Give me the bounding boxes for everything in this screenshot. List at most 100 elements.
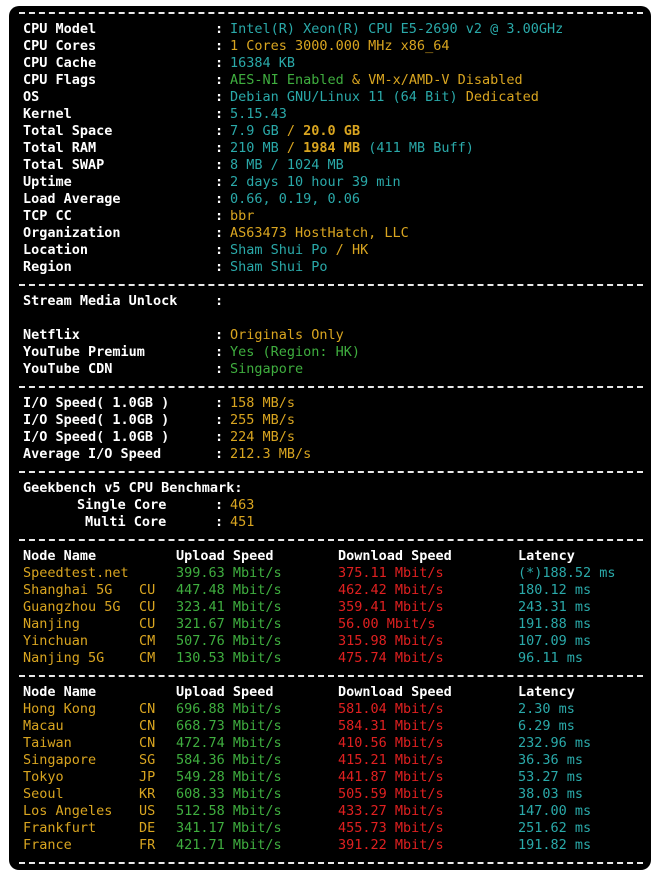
row-label: TCP CC — [23, 208, 72, 224]
node-name: Nanjing — [23, 616, 80, 632]
header-latency: Latency — [518, 684, 575, 700]
row-value: Singapore — [230, 361, 304, 377]
row-colon: : — [215, 395, 224, 411]
latency: 180.12 ms — [518, 582, 592, 598]
row-colon: : — [215, 140, 224, 156]
row-colon: : — [215, 514, 224, 530]
download-speed: 462.42 Mbit/s — [338, 582, 444, 598]
latency: 96.11 ms — [518, 650, 584, 666]
download-speed: 581.04 Mbit/s — [338, 701, 444, 717]
latency: 53.27 ms — [518, 769, 584, 785]
row-colon: : — [215, 208, 224, 224]
row-value: Sham Shui Po / HK — [230, 242, 368, 259]
row-value: Debian GNU/Linux 11 (64 Bit) Dedicated — [230, 89, 539, 106]
row-label: Region — [23, 259, 72, 275]
section-title: Stream Media Unlock — [23, 293, 178, 309]
geekbench-title-row: Geekbench v5 CPU Benchmark: — [23, 480, 242, 497]
sysinfo-row: CPU Flags : AES-NI Enabled & VM-x/AMD-V … — [23, 72, 523, 89]
value-part: & — [343, 72, 369, 88]
row-label: YouTube Premium — [23, 344, 145, 360]
latency: 107.09 ms — [518, 633, 592, 649]
row-label: Uptime — [23, 174, 72, 190]
upload-speed: 323.41 Mbit/s — [176, 599, 282, 615]
upload-speed: 341.17 Mbit/s — [176, 820, 282, 836]
separator — [19, 471, 643, 473]
download-speed: 505.59 Mbit/s — [338, 786, 444, 802]
section-title: Geekbench v5 CPU Benchmark: — [23, 480, 243, 496]
upload-speed: 696.88 Mbit/s — [176, 701, 282, 717]
value-part: VM-x/AMD-V Disabled — [368, 72, 523, 88]
row-value: 0.66, 0.19, 0.06 — [230, 191, 361, 207]
node-name: Speedtest.net — [23, 565, 129, 581]
download-speed: 359.41 Mbit/s — [338, 599, 444, 615]
node-name: Yinchuan — [23, 633, 89, 649]
row-colon: : — [215, 72, 224, 88]
download-speed: 56.00 Mbit/s — [338, 616, 436, 632]
row-label: Average I/O Speed — [23, 446, 162, 462]
sysinfo-row: Organization : AS63473 HostHatch, LLC — [23, 225, 409, 242]
row-value: 451 — [230, 514, 255, 530]
upload-speed: 130.53 Mbit/s — [176, 650, 282, 666]
value-part: HK — [351, 242, 369, 258]
row-label: I/O Speed( 1.0GB ) — [23, 412, 170, 428]
row-colon: : — [215, 242, 224, 258]
row-colon: : — [215, 412, 224, 428]
sysinfo-row: CPU Cache : 16384 KB — [23, 55, 295, 72]
row-value: Yes (Region: HK) — [230, 344, 361, 360]
row-label: YouTube CDN — [23, 361, 113, 377]
download-speed: 391.22 Mbit/s — [338, 837, 444, 853]
row-colon: : — [215, 106, 224, 122]
upload-speed: 668.73 Mbit/s — [176, 718, 282, 734]
value-part: 1984 MB — [303, 140, 361, 156]
download-speed: 375.11 Mbit/s — [338, 565, 444, 581]
node-name: Singapore — [23, 752, 97, 768]
node-name: Tokyo — [23, 769, 64, 785]
row-colon: : — [215, 327, 224, 343]
row-label: CPU Cache — [23, 55, 97, 71]
upload-speed: 549.28 Mbit/s — [176, 769, 282, 785]
separator — [19, 862, 643, 864]
row-label: Total RAM — [23, 140, 97, 156]
node-isp: US — [139, 803, 156, 819]
row-label: I/O Speed( 1.0GB ) — [23, 429, 170, 445]
row-value: 212.3 MB/s — [230, 446, 312, 462]
row-label: Total Space — [23, 123, 113, 139]
node-name: France — [23, 837, 72, 853]
latency: 147.00 ms — [518, 803, 592, 819]
row-value: 2 days 10 hour 39 min — [230, 174, 401, 190]
row-label: CPU Flags — [23, 72, 97, 88]
geekbench-row: Single Core : 463 — [23, 497, 254, 514]
upload-speed: 399.63 Mbit/s — [176, 565, 282, 581]
latency: 6.29 ms — [518, 718, 575, 734]
io-row: I/O Speed( 1.0GB ) : 158 MB/s — [23, 395, 295, 412]
row-label: CPU Cores — [23, 38, 97, 54]
node-isp: KR — [139, 786, 156, 802]
row-colon: : — [215, 293, 224, 309]
row-colon: : — [215, 259, 224, 275]
node-name: Nanjing 5G — [23, 650, 105, 666]
latency: 243.31 ms — [518, 599, 592, 615]
value-part: AES-NI Enabled — [230, 72, 344, 88]
row-label: Total SWAP — [23, 157, 105, 173]
latency: 36.36 ms — [518, 752, 584, 768]
row-value: 224 MB/s — [230, 429, 296, 445]
row-colon: : — [215, 55, 224, 71]
row-value: 5.15.43 — [230, 106, 287, 122]
node-isp: CM — [139, 650, 156, 666]
row-value: 255 MB/s — [230, 412, 296, 428]
latency: 38.03 ms — [518, 786, 584, 802]
io-row: I/O Speed( 1.0GB ) : 255 MB/s — [23, 412, 295, 429]
latency: (*)188.52 ms — [518, 565, 616, 581]
row-colon: : — [215, 21, 224, 37]
latency: 2.30 ms — [518, 701, 575, 717]
row-label: Location — [23, 242, 89, 258]
node-isp: CM — [139, 633, 156, 649]
row-value: 8 MB / 1024 MB — [230, 157, 344, 173]
io-row: I/O Speed( 1.0GB ) : 224 MB/s — [23, 429, 295, 446]
sysinfo-row: Region : Sham Shui Po — [23, 259, 328, 276]
node-name: Frankfurt — [23, 820, 97, 836]
value-part: 7.9 GB — [230, 123, 279, 139]
row-colon: : — [215, 157, 224, 173]
sysinfo-row: Uptime : 2 days 10 hour 39 min — [23, 174, 401, 191]
row-label: OS — [23, 89, 40, 105]
